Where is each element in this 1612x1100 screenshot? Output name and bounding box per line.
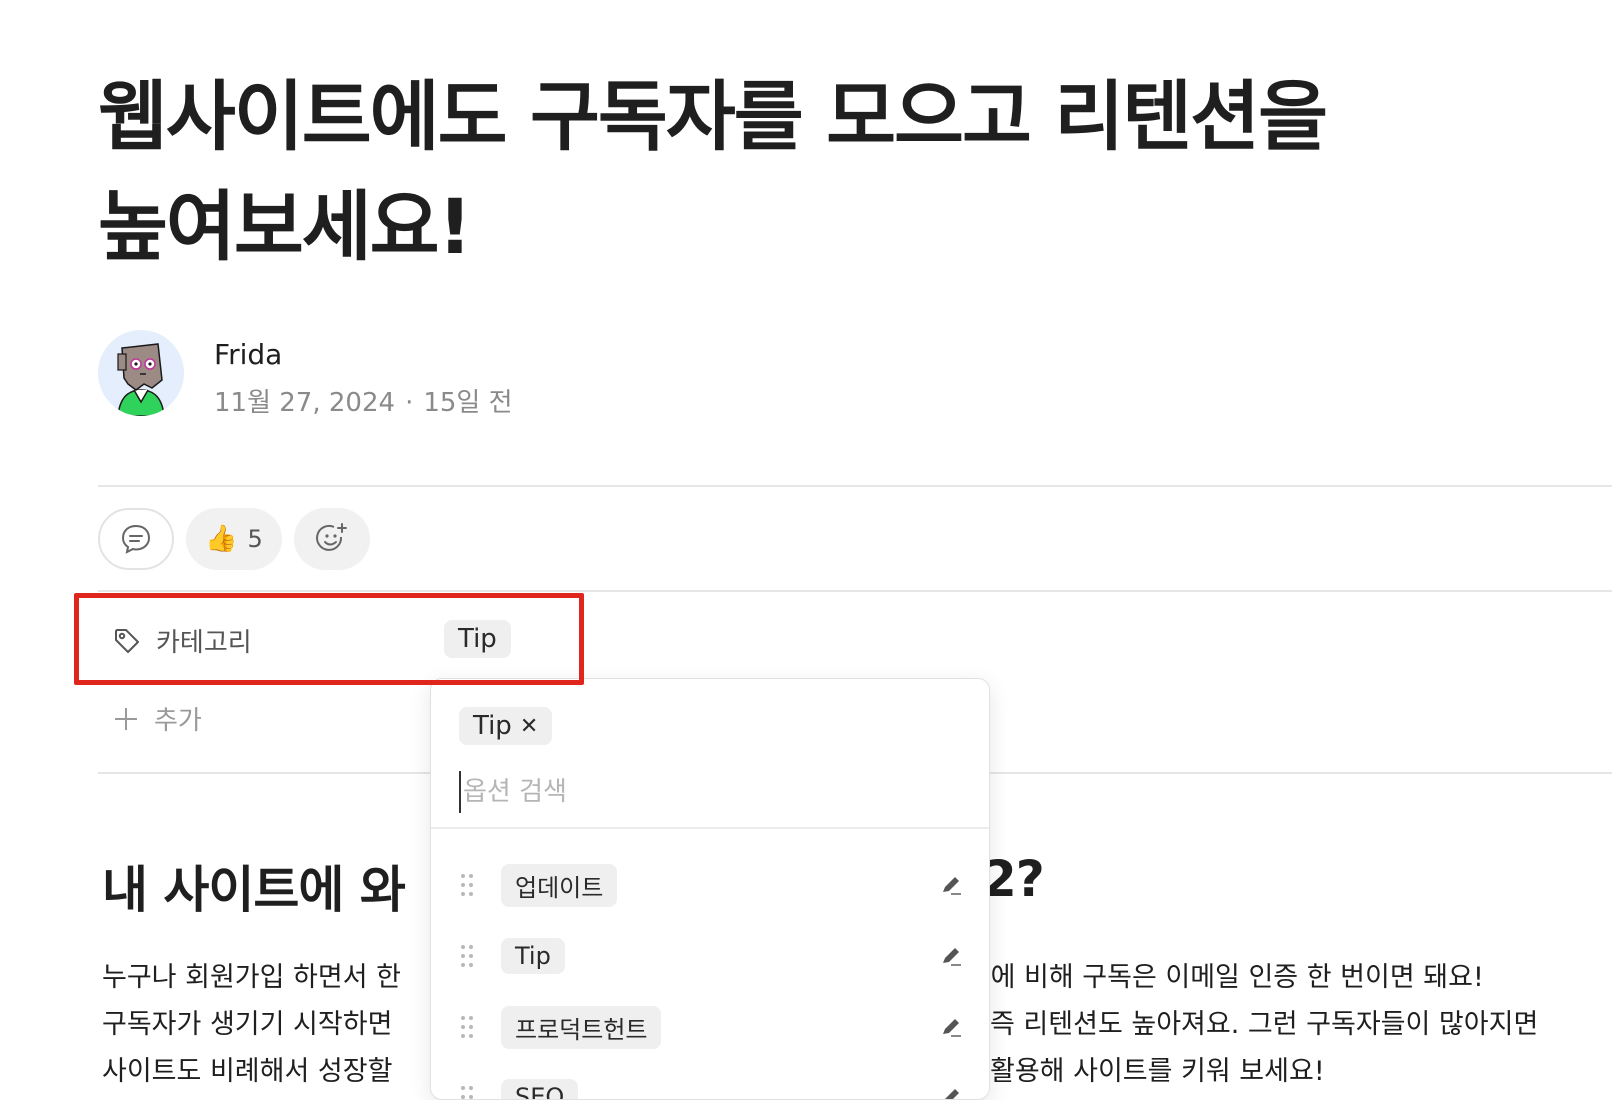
paragraph-line: 사이트도 비례해서 성장할 활용해 사이트를 키워 보세요! [102, 1049, 1325, 1088]
like-reaction-button[interactable]: 👍 5 [186, 508, 282, 570]
thumbs-up-icon: 👍 [205, 524, 238, 554]
dropdown-divider [431, 827, 989, 829]
plus-icon [115, 707, 137, 730]
comment-button[interactable] [98, 508, 174, 570]
selected-tag-label: Tip [473, 711, 512, 741]
section-heading: 내 사이트에 와 2? [102, 850, 1045, 922]
author-name[interactable]: Frida [214, 338, 282, 371]
option-item[interactable]: Tip [431, 926, 989, 986]
drag-handle-icon[interactable] [459, 1083, 475, 1100]
paragraph-text: 누구나 회원가입 하면서 한 [102, 962, 401, 993]
post-relative-date: 15일 전 [423, 388, 513, 418]
tag-icon [115, 628, 139, 653]
drag-handle-icon[interactable] [459, 942, 475, 970]
title-line-1: 웹사이트에도 구독자를 모으고 리텐션을 [98, 72, 1328, 161]
title-line-2: 높여보세요! [98, 182, 472, 271]
like-count: 5 [247, 525, 263, 553]
category-dropdown: Tip ✕ 업데이트 Tip [430, 678, 990, 1100]
add-reaction-icon [316, 523, 347, 551]
add-property-label: 추가 [154, 706, 202, 736]
drag-handle-icon[interactable] [459, 871, 475, 899]
divider [98, 485, 1612, 487]
option-item[interactable]: 프로덕트헌트 [431, 997, 989, 1057]
edit-icon[interactable] [939, 944, 963, 968]
paragraph-text: 구독자가 생기기 시작하면 [102, 1009, 393, 1040]
paragraph-text: 즉 리텐션도 높아져요. 그런 구독자들이 많아지면 [990, 1009, 1539, 1040]
avatar[interactable] [98, 330, 184, 416]
paragraph-text: 사이트도 비례해서 성장할 [102, 1056, 393, 1087]
paragraph-text: .에 비해 구독은 이메일 인증 한 번이면 돼요! [982, 962, 1484, 993]
heading-right: 2? [982, 850, 1045, 908]
category-property[interactable]: 카테고리 [112, 622, 252, 659]
page-title: 웹사이트에도 구독자를 모으고 리텐션을 높여보세요! [98, 62, 1428, 282]
paragraph-line: 구독자가 생기기 시작하면 즉 리텐션도 높아져요. 그런 구독자들이 많아지면 [102, 1002, 1538, 1041]
category-value-tag[interactable]: Tip [444, 620, 511, 658]
option-item[interactable]: SEO [431, 1067, 989, 1100]
add-property-button[interactable]: 추가 [112, 700, 202, 737]
paragraph-text: 활용해 사이트를 키워 보세요! [990, 1056, 1325, 1087]
option-tag: 업데이트 [501, 863, 618, 907]
edit-icon[interactable] [939, 873, 963, 897]
meta-separator: · [405, 388, 414, 418]
post-meta: 11월 27, 2024 · 15일 전 [214, 382, 513, 419]
drag-handle-icon[interactable] [459, 1013, 475, 1041]
selected-tag[interactable]: Tip ✕ [459, 707, 553, 745]
edit-icon[interactable] [939, 1085, 963, 1100]
heading-left: 내 사이트에 와 [102, 861, 406, 919]
option-tag: SEO [501, 1079, 579, 1099]
category-label: 카테고리 [156, 628, 252, 658]
option-tag: 프로덕트헌트 [501, 1005, 662, 1049]
paragraph-line: 누구나 회원가입 하면서 한 .에 비해 구독은 이메일 인증 한 번이면 돼요… [102, 955, 1484, 994]
option-item[interactable]: 업데이트 [431, 855, 989, 915]
remove-tag-icon[interactable]: ✕ [520, 714, 538, 739]
post-date: 11월 27, 2024 [214, 388, 396, 418]
avatar-illustration [117, 343, 165, 416]
add-reaction-button[interactable] [294, 508, 370, 570]
option-search-input[interactable] [459, 771, 945, 813]
divider [98, 590, 1612, 592]
edit-icon[interactable] [939, 1015, 963, 1039]
comment-icon [121, 524, 151, 554]
option-tag: Tip [501, 938, 565, 974]
